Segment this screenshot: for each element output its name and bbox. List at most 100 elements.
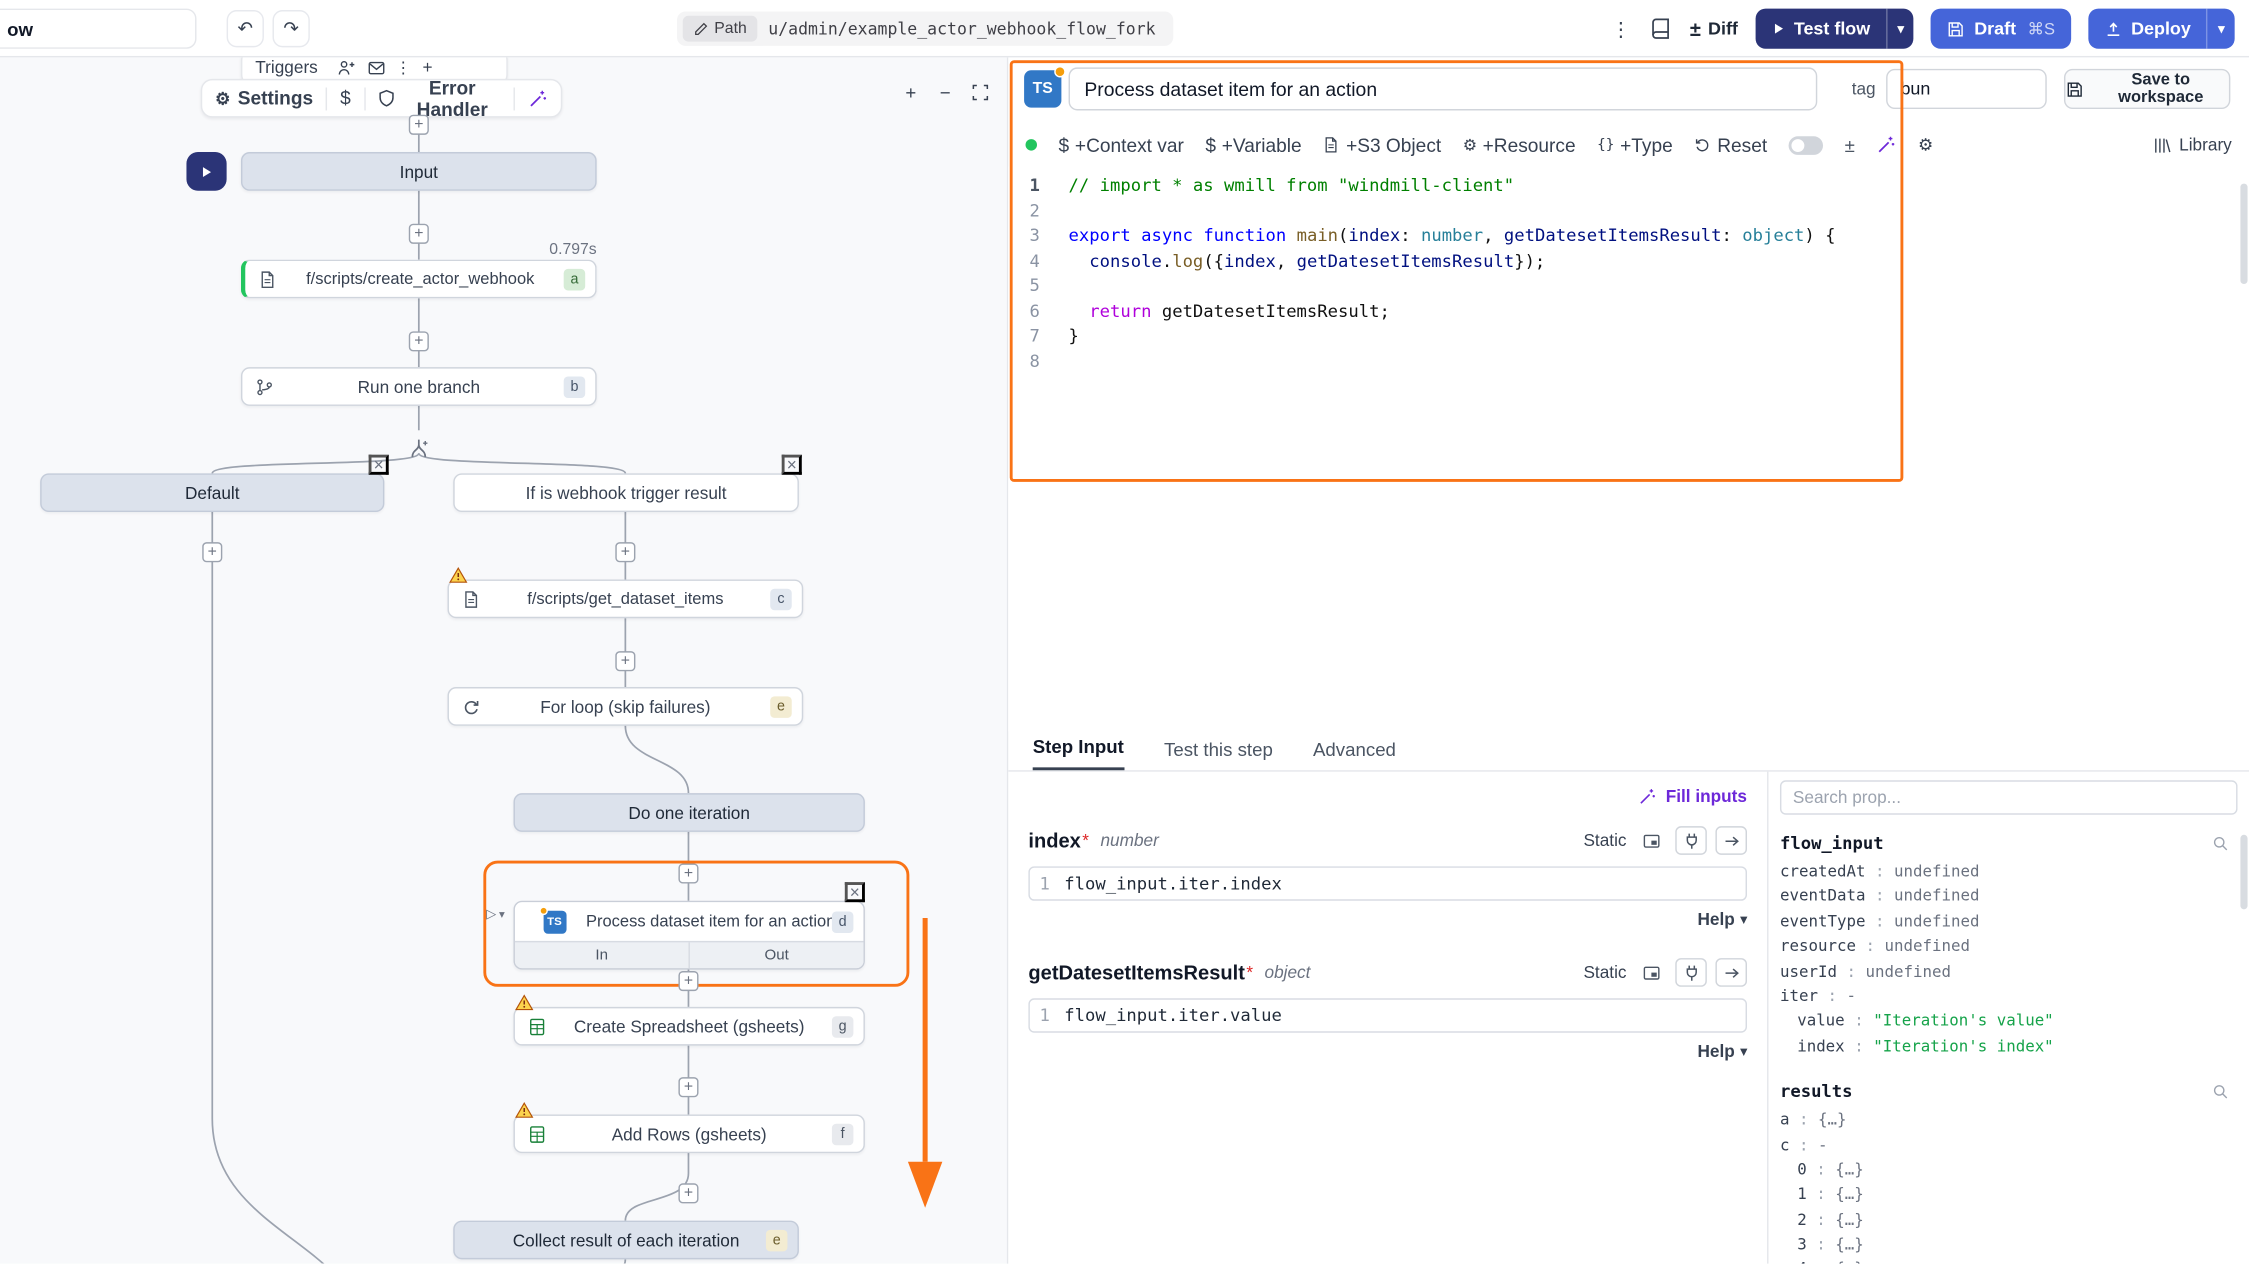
run-step-button[interactable]: ▷▾ (486, 906, 505, 922)
deploy-dropdown[interactable]: ▾ (2207, 9, 2235, 49)
flow-node-for-loop[interactable]: For loop (skip failures) e (448, 687, 804, 726)
flow-node-default-branch[interactable]: Default (40, 473, 384, 512)
draft-button[interactable]: Draft ⌘S (1931, 9, 2071, 49)
input-mode-label[interactable]: Static (1583, 830, 1626, 850)
expr-input-result[interactable]: 1 flow_input.iter.value (1028, 998, 1747, 1032)
ai-assistant-button[interactable] (515, 80, 561, 116)
prop-item[interactable]: 1 : {…} (1780, 1182, 2238, 1207)
prop-item[interactable]: index : "Iteration's index" (1780, 1034, 2238, 1059)
tab-step-input[interactable]: Step Input (1033, 736, 1124, 770)
expr-input-index[interactable]: 1 flow_input.iter.index (1028, 866, 1747, 900)
pip-button[interactable] (1635, 958, 1667, 987)
diff-icon[interactable]: ± (1845, 134, 1855, 156)
fit-view-button[interactable] (965, 77, 994, 106)
add-type-button[interactable]: {} +Type (1597, 125, 1673, 165)
editor-settings-button[interactable]: ⚙ (1918, 125, 1933, 165)
prop-item[interactable]: eventData : undefined (1780, 884, 2238, 909)
add-step-button[interactable]: + (409, 331, 429, 351)
library-button[interactable]: Library (2153, 126, 2231, 163)
editor-toggle[interactable] (1789, 136, 1823, 155)
save-to-workspace-button[interactable]: Save to workspace (2064, 69, 2230, 109)
node-in-tab[interactable]: In (515, 942, 690, 968)
search-prop-input[interactable] (1780, 780, 2238, 814)
node-out-tab[interactable]: Out (690, 942, 864, 968)
pip-button[interactable] (1635, 826, 1667, 855)
connect-arrow-button[interactable] (1715, 958, 1747, 987)
flow-node-create-spreadsheet[interactable]: Create Spreadsheet (gsheets) g (513, 1007, 864, 1046)
test-flow-button[interactable]: Test flow (1755, 9, 1886, 49)
flow-node-process-item[interactable]: TS Process dataset item for an action d … (513, 901, 864, 970)
prop-item[interactable]: 3 : {…} (1780, 1232, 2238, 1257)
prop-item[interactable]: value : "Iteration's value" (1780, 1009, 2238, 1034)
error-handler-button[interactable]: Error Handler (365, 80, 514, 116)
flow-node-collect[interactable]: Collect result of each iteration e (453, 1221, 799, 1260)
step-title-input[interactable] (1069, 67, 1818, 110)
add-step-button[interactable]: + (678, 971, 698, 991)
add-branch-button[interactable] (407, 429, 430, 469)
flow-summary-input[interactable]: ow (0, 9, 197, 49)
add-step-button[interactable]: + (678, 1183, 698, 1203)
flow-node-create-webhook[interactable]: f/scripts/create_actor_webhook a (241, 260, 597, 299)
fill-inputs-button[interactable]: Fill inputs (1028, 783, 1747, 809)
test-flow-dropdown[interactable]: ▾ (1886, 9, 1914, 49)
flow-node-get-dataset[interactable]: f/scripts/get_dataset_items c (448, 579, 804, 618)
prop-item[interactable]: createdAt : undefined (1780, 859, 2238, 884)
remove-branch-button[interactable]: × (369, 455, 389, 475)
add-step-button[interactable]: + (409, 224, 429, 244)
magnifier-icon[interactable] (2212, 1083, 2229, 1100)
prop-item[interactable]: 2 : {…} (1780, 1207, 2238, 1232)
remove-step-button[interactable]: × (845, 882, 865, 902)
plug-button[interactable] (1675, 826, 1707, 855)
run-flow-node-button[interactable] (186, 152, 226, 191)
plug-button[interactable] (1675, 958, 1707, 987)
add-step-button[interactable]: + (409, 115, 429, 135)
flow-node-do-iteration[interactable]: Do one iteration (513, 793, 864, 832)
magnifier-icon[interactable] (2212, 835, 2229, 852)
help-toggle[interactable]: Help▾ (1028, 1036, 1747, 1068)
more-menu-button[interactable]: ⋮ (1609, 9, 1632, 49)
ai-gen-button[interactable] (1876, 125, 1896, 165)
docs-button[interactable] (1650, 9, 1673, 49)
prop-item[interactable]: 0 : {…} (1780, 1157, 2238, 1182)
flow-node-add-rows[interactable]: Add Rows (gsheets) f (513, 1114, 864, 1153)
add-resource-button[interactable]: ⚙ +Resource (1463, 125, 1576, 165)
code-editor[interactable]: 12345678 // import * as wmill from "wind… (1008, 166, 2249, 731)
flow-node-if-webhook[interactable]: If is webhook trigger result (453, 473, 799, 512)
add-step-button[interactable]: + (615, 542, 635, 562)
tab-advanced[interactable]: Advanced (1313, 739, 1396, 771)
connect-arrow-button[interactable] (1715, 826, 1747, 855)
input-mode-label[interactable]: Static (1583, 962, 1626, 982)
add-s3-object-button[interactable]: +S3 Object (1323, 125, 1441, 165)
props-scrollbar[interactable] (2240, 835, 2247, 910)
context-vars-button[interactable]: $ (327, 80, 363, 116)
add-variable-button[interactable]: $+Variable (1205, 125, 1301, 165)
deploy-button[interactable]: Deploy (2088, 9, 2207, 49)
path-field[interactable]: Path u/admin/example_actor_webhook_flow_… (677, 11, 1173, 45)
add-step-button[interactable]: + (678, 863, 698, 883)
add-step-button[interactable]: + (678, 1077, 698, 1097)
undo-button[interactable]: ↶ (227, 10, 264, 47)
tag-input[interactable] (1886, 69, 2047, 109)
help-toggle[interactable]: Help▾ (1028, 904, 1747, 936)
prop-item[interactable]: c : - (1780, 1132, 2238, 1157)
prop-item[interactable]: resource : undefined (1780, 934, 2238, 959)
remove-branch-button[interactable]: × (782, 455, 802, 475)
editor-scrollbar[interactable] (2240, 184, 2247, 284)
flow-settings-button[interactable]: ⚙ Settings (202, 80, 326, 116)
redo-button[interactable]: ↷ (273, 10, 310, 47)
prop-item[interactable]: 4 : {…} (1780, 1257, 2238, 1263)
prop-item[interactable]: eventType : undefined (1780, 909, 2238, 934)
add-context-var-button[interactable]: $+Context var (1059, 125, 1184, 165)
zoom-in-button[interactable]: + (896, 77, 925, 106)
prop-item[interactable]: iter : - (1780, 984, 2238, 1009)
zoom-out-button[interactable]: − (931, 77, 960, 106)
flow-node-input[interactable]: Input (241, 152, 597, 191)
add-step-button[interactable]: + (202, 542, 222, 562)
add-step-button[interactable]: + (615, 651, 635, 671)
tab-test-this-step[interactable]: Test this step (1164, 739, 1273, 771)
flow-node-run-one-branch[interactable]: Run one branch b (241, 367, 597, 406)
flow-canvas[interactable]: Triggers ⋮ + ⚙ Settings $ Error Hand (0, 57, 1008, 1263)
prop-item[interactable]: userId : undefined (1780, 959, 2238, 984)
prop-item[interactable]: a : {…} (1780, 1107, 2238, 1132)
diff-button[interactable]: ± Diff (1690, 9, 1738, 49)
